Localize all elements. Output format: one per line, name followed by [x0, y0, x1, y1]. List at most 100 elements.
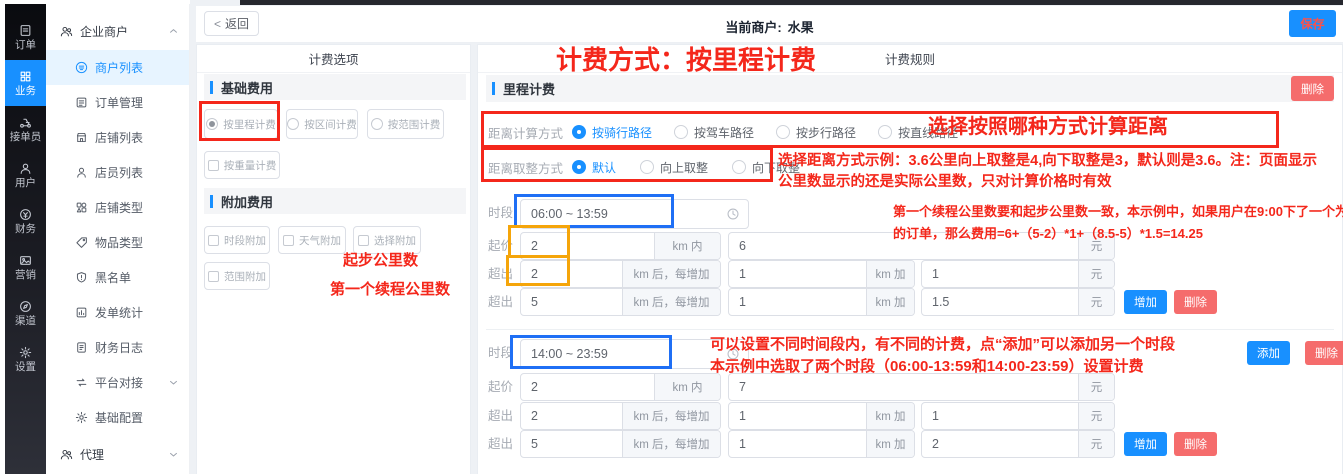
fee-unit-suffix: 元	[1078, 374, 1114, 400]
basic-radio-2[interactable]: 按范围计费	[367, 109, 444, 139]
fee-value-input[interactable]	[922, 403, 1078, 429]
time-range-picker[interactable]	[520, 339, 749, 369]
fee-row: 起价km 内元	[488, 373, 1115, 401]
fee-value-input[interactable]	[521, 431, 622, 457]
sidebar-item-finance[interactable]: 财务	[5, 198, 46, 244]
fee-value-input[interactable]	[521, 233, 654, 259]
fee-unit-suffix: km 加	[866, 289, 914, 315]
sidebar-item-platform-connect[interactable]: 平台对接	[46, 365, 189, 400]
current-merchant-value: 水果	[788, 17, 814, 36]
clerk-list-icon	[75, 166, 88, 179]
menu-item-label: 订单管理	[95, 94, 143, 111]
clock-icon	[726, 347, 740, 361]
basic-radio-label: 按里程计费	[223, 117, 276, 132]
fee-value-input[interactable]	[729, 261, 866, 287]
radio-option-3[interactable]: 按直线路径	[878, 124, 958, 141]
fee-value-input[interactable]	[521, 289, 622, 315]
checkbox-icon	[358, 235, 369, 246]
add-row-button[interactable]: 增加	[1124, 290, 1167, 314]
fee-row-label: 超出	[488, 288, 520, 316]
sidebar-item-basic-config[interactable]: 基础配置	[46, 400, 189, 435]
basic-radio-0[interactable]: 按里程计费	[204, 109, 278, 139]
sidebar-item-settings[interactable]: 设置	[5, 336, 46, 382]
extra-checkbox-label: 天气附加	[299, 233, 341, 248]
marketing-icon	[19, 254, 32, 267]
basic-radio-1[interactable]: 按区间计费	[286, 109, 358, 139]
fee-value-input[interactable]	[521, 261, 622, 287]
sidebar-item-user[interactable]: 用户	[5, 152, 46, 198]
delete-mileage-rule-button[interactable]: 删除	[1291, 76, 1334, 101]
sidebar-item-order-manage[interactable]: 订单管理	[46, 85, 189, 120]
sidebar-item-business[interactable]: 业务	[5, 60, 46, 106]
extra-checkbox-2[interactable]: 选择附加	[353, 226, 421, 254]
sidebar-item-goods-type[interactable]: 物品类型	[46, 225, 189, 260]
blacklist-icon	[75, 271, 88, 284]
radio-icon	[640, 160, 654, 174]
delete-row-button[interactable]: 删除	[1174, 432, 1217, 456]
fee-value-input[interactable]	[521, 403, 622, 429]
delete-timeblock-button[interactable]: 删除	[1305, 341, 1343, 365]
sidebar-item-dispatch-stats[interactable]: 发单统计	[46, 295, 189, 330]
fee-unit-suffix: km 内	[654, 374, 720, 400]
mileage-billing-section-header: 里程计费	[486, 75, 1334, 102]
sidebar-item-shop-type[interactable]: 店铺类型	[46, 190, 189, 225]
sidebar-item-channel[interactable]: 渠道	[5, 290, 46, 336]
sidebar-item-marketing[interactable]: 营销	[5, 244, 46, 290]
chevron-down-icon	[169, 450, 178, 459]
radio-option-1[interactable]: 按驾车路径	[674, 124, 754, 141]
time-range-input[interactable]	[521, 340, 748, 368]
radio-option-0[interactable]: 按骑行路径	[572, 124, 652, 141]
fee-value-input[interactable]	[729, 289, 866, 315]
distance-calc-method-row: 距离计算方式按骑行路径按驾车路径按步行路径按直线路径	[488, 117, 958, 147]
save-button[interactable]: 保存	[1289, 10, 1336, 37]
sidebar-item-blacklist[interactable]: 黑名单	[46, 260, 189, 295]
time-range-row: 时段	[488, 339, 749, 369]
extra-checkbox-3[interactable]: 范围附加	[204, 262, 270, 290]
sidebar-item-shop-list[interactable]: 店铺列表	[46, 120, 189, 155]
fee-unit-suffix: km 加	[866, 261, 914, 287]
fee-value-input[interactable]	[729, 374, 1078, 400]
time-range-picker[interactable]	[520, 199, 749, 229]
weight-billing-label: 按重量计费	[224, 158, 277, 173]
radio-option-1[interactable]: 向上取整	[640, 159, 708, 176]
fee-value-input[interactable]	[729, 431, 866, 457]
sidebar-item-courier[interactable]: 接单员	[5, 106, 46, 152]
sidebar-item-order[interactable]: 订单	[5, 14, 46, 60]
topbar: < 返回 当前商户: 水果 保存	[196, 6, 1343, 43]
sidebar-item-enterprise-merchant[interactable]: 企业商户	[46, 12, 189, 50]
fee-unit-suffix: km 后，每增加	[622, 289, 720, 315]
fee-value-input[interactable]	[922, 289, 1078, 315]
fee-unit-suffix: 元	[1078, 289, 1114, 315]
fee-row: 超出km 后，每增加km 加元增加删除	[488, 430, 1217, 458]
add-timeblock-button[interactable]: 添加	[1247, 341, 1290, 365]
sidebar-item-finance-log[interactable]: 财务日志	[46, 330, 189, 365]
order-manage-icon	[75, 96, 88, 109]
fee-input-group: 元	[921, 402, 1115, 430]
fee-value-input[interactable]	[922, 431, 1078, 457]
radio-option-label: 按步行路径	[796, 124, 856, 141]
radio-option-2[interactable]: 向下取整	[732, 159, 800, 176]
add-row-button[interactable]: 增加	[1124, 432, 1167, 456]
radio-option-2[interactable]: 按步行路径	[776, 124, 856, 141]
delete-row-button[interactable]: 删除	[1174, 290, 1217, 314]
back-button[interactable]: < 返回	[204, 11, 259, 36]
sidebar-item-agent[interactable]: 代理	[46, 435, 189, 473]
fee-value-input[interactable]	[521, 374, 654, 400]
fee-input-group: km 后，每增加	[520, 260, 721, 288]
sidebar-item-clerk-list[interactable]: 店员列表	[46, 155, 189, 190]
menu-item-label: 店员列表	[95, 164, 143, 181]
extra-checkbox-0[interactable]: 时段附加	[204, 226, 270, 254]
time-range-input[interactable]	[521, 200, 748, 228]
fee-value-input[interactable]	[922, 261, 1078, 287]
fee-row-label: 超出	[488, 260, 520, 288]
back-button-label: 返回	[225, 15, 249, 32]
extra-checkbox-1[interactable]: 天气附加	[278, 226, 346, 254]
fee-unit-suffix: km 后，每增加	[622, 261, 720, 287]
block-divider	[486, 329, 1334, 330]
sidebar-item-merchant-list[interactable]: 商户列表	[46, 50, 189, 85]
fee-value-input[interactable]	[729, 403, 866, 429]
fee-value-input[interactable]	[729, 233, 1078, 259]
weight-billing-checkbox[interactable]: 按重量计费	[204, 151, 280, 179]
platform-connect-icon	[75, 376, 88, 389]
radio-option-0[interactable]: 默认	[572, 159, 616, 176]
